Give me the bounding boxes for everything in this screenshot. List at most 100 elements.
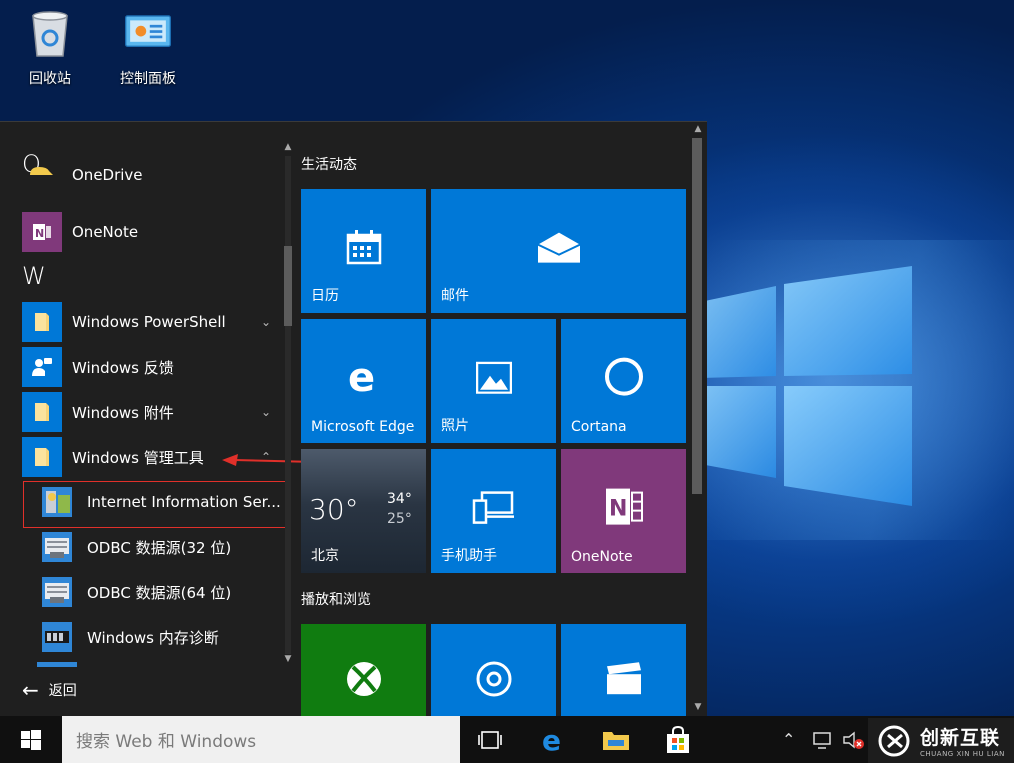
calendar-icon <box>346 230 381 265</box>
app-windows-powershell[interactable]: Windows PowerShell ⌄ <box>22 302 277 342</box>
tile-label: Microsoft Edge <box>311 419 415 435</box>
tiles-scrollbar[interactable]: ▲ ▼ <box>690 122 707 717</box>
app-list-scrollbar[interactable]: ▲ ▼ <box>282 142 294 668</box>
app-onenote[interactable]: N OneNote <box>22 212 277 252</box>
taskbar: 搜索 Web 和 Windows e ⌃ 创新互联 CHUANG XIN HU … <box>0 716 1014 763</box>
music-disc-icon <box>476 661 511 696</box>
xbox-icon <box>346 661 381 696</box>
onenote-icon: N <box>605 488 643 525</box>
desktop-icon-recycle-bin[interactable]: 回收站 <box>10 6 90 88</box>
taskbar-edge-button[interactable]: e <box>530 716 578 763</box>
weather-temperature: 30° <box>309 493 359 526</box>
highlight-box <box>23 481 287 528</box>
taskbar-search-box[interactable]: 搜索 Web 和 Windows <box>62 716 460 763</box>
store-bag-icon <box>667 725 689 753</box>
app-onedrive[interactable]: OneDrive <box>22 167 277 203</box>
volume-tray-button[interactable] <box>842 716 866 763</box>
task-view-icon <box>478 730 502 749</box>
onedrive-icon <box>22 167 62 203</box>
tile-calendar[interactable]: 日历 <box>301 189 426 313</box>
windows-logo-wallpaper <box>700 266 912 506</box>
tile-photos[interactable]: 照片 <box>431 319 556 443</box>
phone-companion-icon <box>472 491 514 524</box>
app-odbc-64[interactable]: ODBC 数据源(64 位) <box>37 572 282 612</box>
tile-phone-companion[interactable]: 手机助手 <box>431 449 556 573</box>
tile-edge[interactable]: e Microsoft Edge <box>301 319 426 443</box>
back-arrow-icon: ← <box>22 678 39 702</box>
volume-muted-icon <box>843 731 864 749</box>
cortana-icon <box>604 357 643 396</box>
app-label: ODBC 数据源(32 位) <box>87 538 232 557</box>
chevron-down-icon[interactable]: ⌄ <box>255 315 277 329</box>
app-list-cutoff-item <box>37 662 282 667</box>
section-letter-w[interactable]: W <box>22 262 62 298</box>
chevron-up-icon: ⌃ <box>782 730 796 749</box>
tile-weather[interactable]: 30° 34° 25° 北京 <box>301 449 426 573</box>
tile-group-title[interactable]: 播放和浏览 <box>301 589 371 609</box>
mail-icon <box>537 232 580 263</box>
back-label: 返回 <box>48 683 77 699</box>
tile-xbox[interactable] <box>301 624 426 717</box>
recycle-bin-icon <box>32 11 68 57</box>
app-windows-accessories[interactable]: Windows 附件 ⌄ <box>22 392 277 432</box>
desktop-icon-label: 控制面板 <box>120 71 176 87</box>
app-label: OneDrive <box>72 167 143 184</box>
svg-text:e: e <box>348 357 375 397</box>
app-label: Windows PowerShell <box>72 313 226 331</box>
desktop-icon-label: 回收站 <box>29 71 71 87</box>
edge-icon: e <box>542 726 561 754</box>
app-label: Windows 内存诊断 <box>87 628 219 647</box>
weather-city: 北京 <box>311 548 339 564</box>
app-odbc-32[interactable]: ODBC 数据源(32 位) <box>37 527 282 567</box>
svg-text:N: N <box>35 227 44 240</box>
tile-mail[interactable]: 邮件 <box>431 189 686 313</box>
folder-icon <box>22 302 62 342</box>
odbc-icon <box>37 527 77 567</box>
app-label: OneNote <box>72 223 139 241</box>
back-button[interactable]: ← 返回 <box>22 678 77 702</box>
show-hidden-icons-button[interactable]: ⌃ <box>782 716 795 763</box>
taskbar-explorer-button[interactable] <box>592 716 640 763</box>
tile-onenote[interactable]: N OneNote <box>561 449 686 573</box>
tile-group-title[interactable]: 生活动态 <box>301 154 357 174</box>
svg-text:N: N <box>609 497 627 522</box>
scroll-up-icon[interactable]: ▲ <box>692 124 704 134</box>
feedback-icon <box>22 347 62 387</box>
tile-label: OneNote <box>571 549 633 565</box>
brand-subtitle: CHUANG XIN HU LIAN <box>920 750 1005 758</box>
brand-watermark: 创新互联 CHUANG XIN HU LIAN <box>868 718 1014 763</box>
folder-icon <box>22 437 62 477</box>
app-label: Windows 附件 <box>72 403 174 422</box>
scrollbar-thumb[interactable] <box>284 246 292 326</box>
scroll-down-icon[interactable]: ▼ <box>282 654 294 664</box>
tile-movies-tv[interactable] <box>561 624 686 717</box>
scroll-down-icon[interactable]: ▼ <box>692 702 704 712</box>
photos-icon <box>475 361 512 394</box>
app-windows-feedback[interactable]: Windows 反馈 <box>22 347 277 387</box>
start-button[interactable] <box>0 716 62 763</box>
scroll-up-icon[interactable]: ▲ <box>282 142 294 152</box>
onenote-icon: N <box>22 212 62 252</box>
desktop-icon-control-panel[interactable]: 控制面板 <box>108 6 188 88</box>
weather-low: 25° <box>387 511 412 527</box>
tile-label: Cortana <box>571 419 627 435</box>
control-panel-icon <box>125 15 171 47</box>
tile-label: 邮件 <box>441 288 469 304</box>
app-memory-diagnostic[interactable]: Windows 内存诊断 <box>37 617 282 657</box>
tile-cortana[interactable]: Cortana <box>561 319 686 443</box>
file-explorer-icon <box>603 731 629 750</box>
clapperboard-icon <box>606 661 641 694</box>
folder-icon <box>22 392 62 432</box>
network-tray-button[interactable] <box>812 716 836 763</box>
tile-groove-music[interactable] <box>431 624 556 717</box>
weather-high: 34° <box>387 491 412 507</box>
chevron-down-icon[interactable]: ⌄ <box>255 405 277 419</box>
brand-name: 创新互联 <box>920 727 1001 749</box>
search-placeholder: 搜索 Web 和 Windows <box>76 732 257 752</box>
svg-text:e: e <box>542 726 561 754</box>
scrollbar-thumb[interactable] <box>692 138 702 494</box>
network-icon <box>813 731 831 749</box>
app-label: ODBC 数据源(64 位) <box>87 583 232 602</box>
task-view-button[interactable] <box>466 716 514 763</box>
taskbar-store-button[interactable] <box>654 716 702 763</box>
